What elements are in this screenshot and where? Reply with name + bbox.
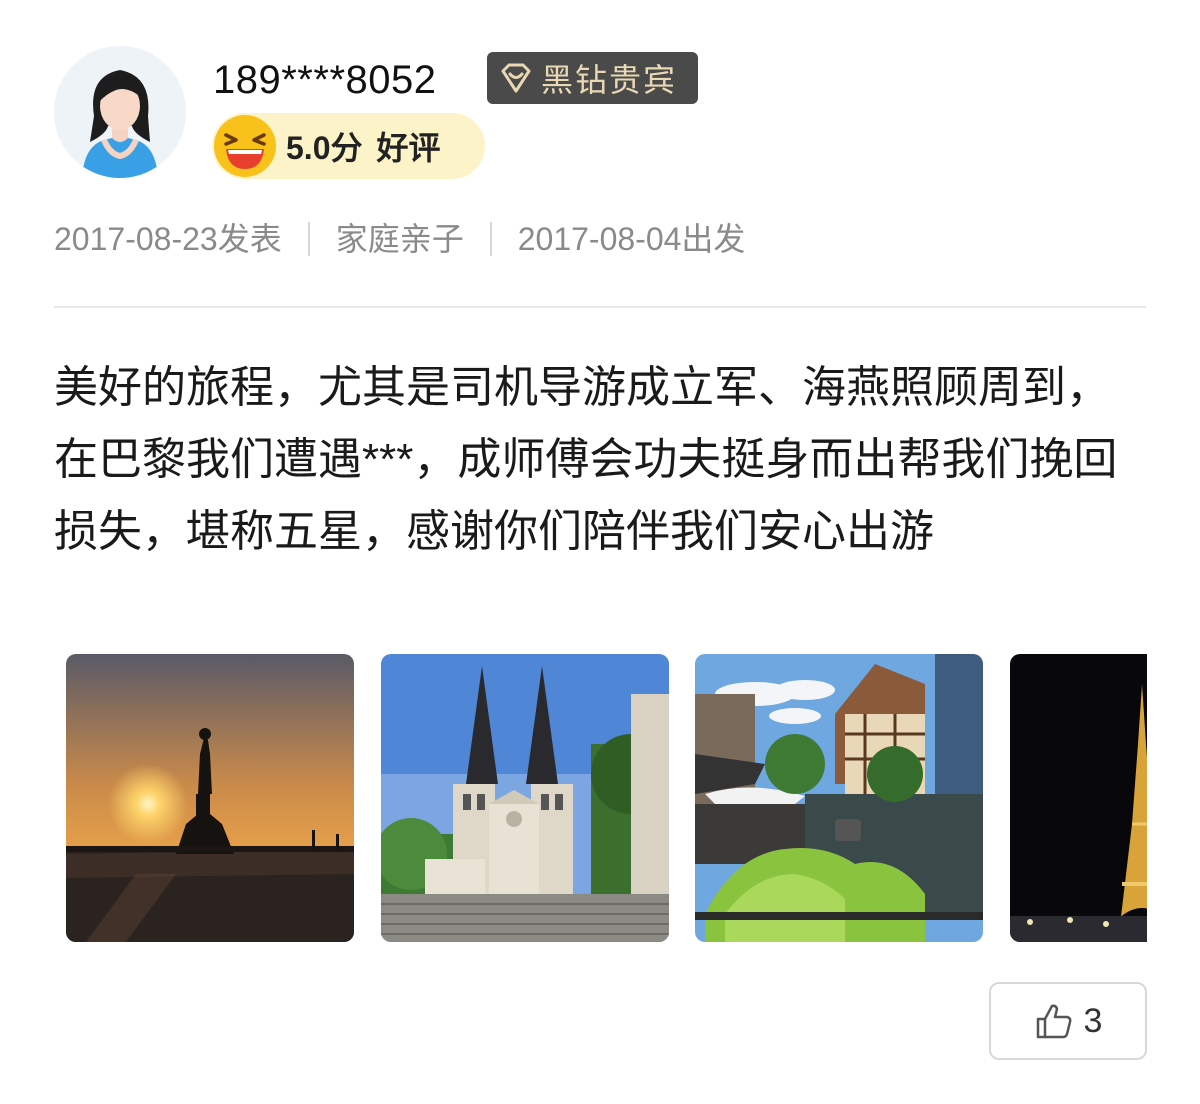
- published-date: 2017-08-23发表: [54, 221, 282, 257]
- vip-badge: 黑钻贵宾: [487, 52, 698, 104]
- rating-badge: 5.0分 好评: [212, 113, 485, 179]
- review-photo[interactable]: [695, 654, 983, 942]
- rating-score: 5.0分: [286, 130, 363, 166]
- like-count: 3: [1083, 1001, 1103, 1040]
- departure-date: 2017-08-04出发: [517, 221, 746, 257]
- diamond-heart-icon: [501, 63, 531, 93]
- trip-type: 家庭亲子: [335, 221, 464, 257]
- review-text: 美好的旅程，尤其是司机导游成立军、海燕照顾周到，在巴黎我们遭遇***，成师傅会功…: [54, 363, 1118, 556]
- photo-gallery[interactable]: [66, 654, 1147, 942]
- vip-label: 黑钻贵宾: [541, 62, 678, 98]
- username: 189****8052: [213, 58, 437, 102]
- meta-divider: [489, 222, 492, 256]
- review-meta: 2017-08-23发表 家庭亲子 2017-08-04出发: [54, 216, 745, 262]
- rating-label: 好评: [376, 130, 441, 166]
- laughing-emoji-icon: [214, 115, 276, 177]
- section-divider: [54, 306, 1146, 308]
- review-photo[interactable]: [66, 654, 354, 942]
- thumbs-up-icon: [1036, 1004, 1071, 1039]
- review-photo[interactable]: [381, 654, 669, 942]
- like-button[interactable]: 3: [989, 982, 1147, 1060]
- meta-divider: [307, 222, 310, 256]
- avatar[interactable]: [54, 46, 186, 178]
- review-photo[interactable]: [1010, 654, 1147, 942]
